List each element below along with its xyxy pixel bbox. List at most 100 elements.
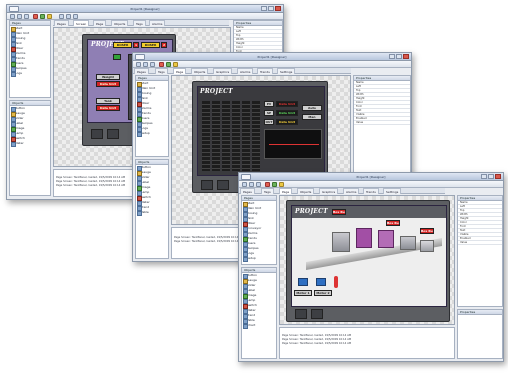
tab-alarms[interactable]: Alarms xyxy=(343,188,360,194)
machine-unit-3 xyxy=(378,230,394,248)
property-row[interactable]: Value xyxy=(458,241,502,245)
tab-screen[interactable]: Screen xyxy=(73,20,90,26)
copy-icon[interactable] xyxy=(66,14,71,19)
back-key[interactable] xyxy=(217,180,229,190)
cut-icon[interactable] xyxy=(59,14,64,19)
tab-trends[interactable]: Trends xyxy=(363,188,379,194)
hmi-screen: PROJECT PV Data Unit SP Data Unit OUT Da… xyxy=(197,86,325,176)
back-key[interactable] xyxy=(107,129,119,139)
home-key[interactable] xyxy=(201,180,213,190)
title-bar: Project1 [Designer] xyxy=(133,53,411,61)
motor-1-icon[interactable] xyxy=(298,278,308,286)
open-icon[interactable] xyxy=(143,62,148,67)
tab-page[interactable]: Page xyxy=(173,68,187,74)
run-icon[interactable] xyxy=(40,14,45,19)
properties-grid: Properties Name Left Top Width Height Co… xyxy=(457,195,503,307)
build-icon[interactable] xyxy=(47,14,52,19)
open-icon[interactable] xyxy=(249,182,254,187)
home-key[interactable] xyxy=(295,309,307,319)
app-menu-button[interactable] xyxy=(241,174,251,180)
bar-meter-4 xyxy=(232,101,240,171)
run-icon[interactable] xyxy=(166,62,171,67)
close-icon[interactable] xyxy=(495,174,501,179)
maximize-icon[interactable] xyxy=(488,174,494,179)
tab-objects[interactable]: Objects xyxy=(191,68,209,74)
save-icon[interactable] xyxy=(150,62,155,67)
tab-pages[interactable]: Pages xyxy=(134,68,149,74)
new-icon[interactable] xyxy=(136,62,141,67)
tree-item[interactable]: Chart xyxy=(242,323,276,329)
save-icon[interactable] xyxy=(256,182,261,187)
machine-unit-1 xyxy=(332,232,350,252)
manual-button[interactable]: Man xyxy=(302,114,322,120)
minimize-icon[interactable] xyxy=(389,54,395,59)
app-menu-button[interactable] xyxy=(135,54,145,60)
tree-item[interactable]: Logs xyxy=(10,71,50,77)
tab-tags[interactable]: Tags xyxy=(133,20,146,26)
tab-alarms[interactable]: Alarms xyxy=(149,20,166,26)
doser-2-button[interactable]: DOSER xyxy=(141,42,160,48)
tab-page[interactable]: Page xyxy=(93,20,107,26)
tab-objects[interactable]: Objects xyxy=(111,20,129,26)
tab-trends[interactable]: Trends xyxy=(257,68,273,74)
status-badge-2: Box Run xyxy=(386,220,400,226)
bar-meter-1 xyxy=(202,101,210,171)
tab-alarms[interactable]: Alarms xyxy=(237,68,254,74)
maximize-icon[interactable] xyxy=(268,6,274,11)
brand-logo: PROJECT xyxy=(295,208,328,215)
output-line: Page Screen: TankPanel, loaded, 19/5/200… xyxy=(282,342,352,345)
tab-graphics[interactable]: Graphics xyxy=(319,188,339,194)
new-icon[interactable] xyxy=(10,14,15,19)
tree-item[interactable]: Table xyxy=(136,210,168,216)
tab-objects[interactable]: Objects xyxy=(297,188,315,194)
bar-meter-5 xyxy=(242,101,250,171)
tab-graphics[interactable]: Graphics xyxy=(213,68,233,74)
close-icon[interactable] xyxy=(403,54,409,59)
tab-tags[interactable]: Tags xyxy=(261,188,274,194)
close-icon[interactable] xyxy=(275,6,281,11)
motor-1-button[interactable]: Motor 1 xyxy=(294,290,312,296)
new-icon[interactable] xyxy=(242,182,247,187)
property-row[interactable]: Value xyxy=(354,121,410,125)
back-key[interactable] xyxy=(311,309,323,319)
designer-window-3: Project1 [Designer] Pages Tags Page Obje… xyxy=(238,172,504,362)
home-key[interactable] xyxy=(91,129,103,139)
minimize-icon[interactable] xyxy=(261,6,267,11)
open-icon[interactable] xyxy=(17,14,22,19)
stop-icon[interactable] xyxy=(265,182,270,187)
run-icon[interactable] xyxy=(272,182,277,187)
build-icon[interactable] xyxy=(279,182,284,187)
tree-item[interactable]: Setup xyxy=(136,131,168,137)
doser-2-number: 2 xyxy=(161,42,167,48)
out-value: Data Unit xyxy=(276,119,298,125)
auto-button[interactable]: Auto xyxy=(302,105,322,111)
save-icon[interactable] xyxy=(24,14,29,19)
tab-tags[interactable]: Tags xyxy=(155,68,168,74)
minimize-icon[interactable] xyxy=(481,174,487,179)
weight-value: Data Unit xyxy=(96,81,120,87)
tab-settings[interactable]: Settings xyxy=(383,188,402,194)
tab-settings[interactable]: Settings xyxy=(277,68,296,74)
tab-page[interactable]: Page xyxy=(279,188,293,194)
sp-label: SP xyxy=(264,110,274,116)
tab-pages[interactable]: Pages xyxy=(240,188,255,194)
bar-meter-3 xyxy=(222,101,230,171)
doser-1-button[interactable]: DOSER xyxy=(113,42,132,48)
pages-tree-panel: Pages Start Main Unit Dosing Tank Mixer … xyxy=(135,75,169,157)
machine-unit-5 xyxy=(420,240,434,252)
stop-icon[interactable] xyxy=(33,14,38,19)
pages-tree-panel: Pages Start Main Unit Dosing Tank Mixer … xyxy=(9,20,51,98)
paste-icon[interactable] xyxy=(73,14,78,19)
tab-pages[interactable]: Pages xyxy=(54,20,69,26)
design-canvas[interactable]: PROJECT Box Run Box Run Box Run Motor 1 … xyxy=(279,195,455,325)
brand-logo: PROJECT xyxy=(200,88,233,95)
tree-item[interactable]: Setup xyxy=(242,256,276,262)
build-icon[interactable] xyxy=(173,62,178,67)
motor-2-button[interactable]: Motor 2 xyxy=(314,290,332,296)
stop-icon[interactable] xyxy=(159,62,164,67)
window-title: Project1 [Designer] xyxy=(257,55,287,59)
maximize-icon[interactable] xyxy=(396,54,402,59)
app-menu-button[interactable] xyxy=(9,6,19,12)
motor-2-icon[interactable] xyxy=(316,278,326,286)
tree-item[interactable]: Meter xyxy=(10,141,50,147)
